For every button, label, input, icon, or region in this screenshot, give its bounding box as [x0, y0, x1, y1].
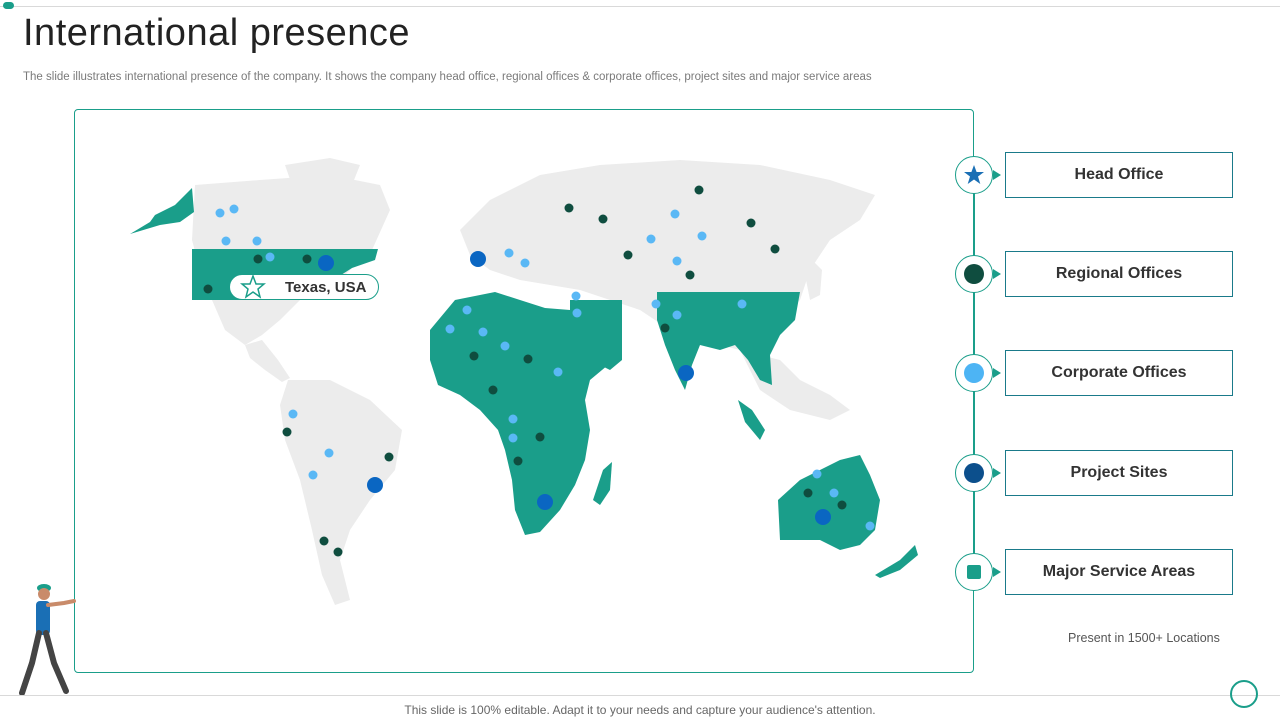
service-area-australia	[778, 455, 880, 550]
footer-note: This slide is 100% editable. Adapt it to…	[404, 703, 876, 717]
legend-arrow	[993, 368, 1001, 378]
legend-item-head-office: Head Office	[955, 152, 1235, 200]
legend-label: Corporate Offices	[1005, 350, 1233, 396]
legend-marker	[955, 354, 993, 392]
legend-arrow	[993, 567, 1001, 577]
legend-marker	[955, 255, 993, 293]
person-illustration	[19, 584, 76, 696]
bottom-divider	[0, 695, 1280, 696]
south-america	[280, 380, 402, 605]
service-area-madagascar	[593, 462, 612, 505]
light-blue-dot-icon	[964, 363, 984, 383]
star-icon	[240, 274, 266, 299]
star-icon	[964, 165, 984, 184]
legend-marker	[955, 156, 993, 194]
legend-label: Head Office	[1005, 152, 1233, 198]
dark-blue-dot-icon	[964, 463, 984, 483]
legend-arrow	[993, 468, 1001, 478]
presence-text: Present in 1500+ Locations	[1068, 631, 1220, 645]
head-office-callout: Texas, USA	[229, 274, 379, 300]
legend-item-corporate-offices: Corporate Offices	[955, 350, 1235, 398]
legend-marker	[955, 454, 993, 492]
top-divider	[0, 6, 1280, 7]
legend-item-major-service-areas: Major Service Areas	[955, 549, 1235, 597]
legend-marker	[955, 553, 993, 591]
legend-arrow	[993, 170, 1001, 180]
corner-circle-icon	[1230, 680, 1258, 708]
legend-item-project-sites: Project Sites	[955, 450, 1235, 498]
service-area-alaska	[130, 188, 194, 234]
page-subtitle: The slide illustrates international pres…	[23, 71, 872, 83]
legend-arrow	[993, 269, 1001, 279]
world-map	[130, 158, 918, 605]
legend-label: Project Sites	[1005, 450, 1233, 496]
legend-label: Regional Offices	[1005, 251, 1233, 297]
central-america	[245, 340, 290, 382]
teal-square-icon	[967, 565, 981, 579]
dark-dot-icon	[964, 264, 984, 284]
legend-item-regional-offices: Regional Offices	[955, 251, 1235, 299]
top-accent-dot	[3, 2, 14, 9]
service-area-indonesia	[738, 400, 765, 440]
head-office-label: Texas, USA	[285, 279, 367, 296]
page-title: International presence	[23, 12, 411, 54]
service-area-new-zealand	[875, 545, 918, 578]
legend-label: Major Service Areas	[1005, 549, 1233, 595]
